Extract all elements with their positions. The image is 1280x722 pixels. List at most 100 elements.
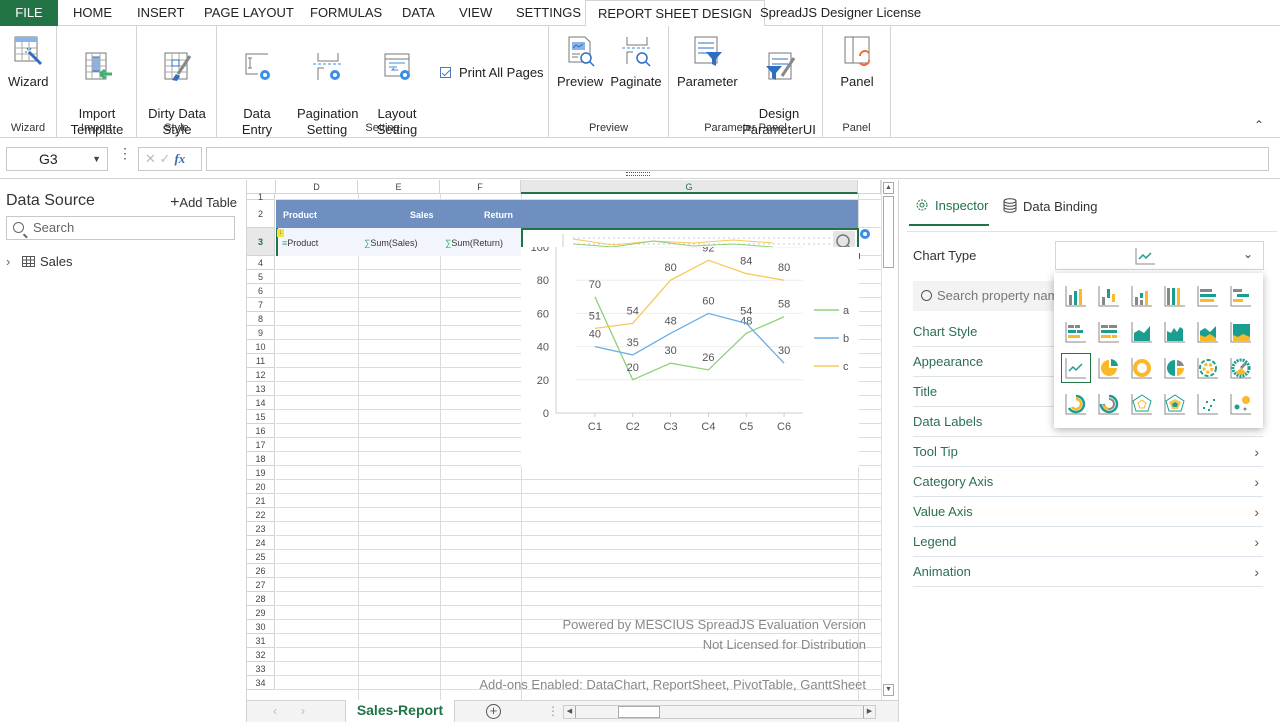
property-animation[interactable]: Animation › <box>913 557 1263 587</box>
chevron-right-icon[interactable]: › <box>6 254 10 269</box>
row-header[interactable]: 26 <box>247 564 275 578</box>
column-header-e[interactable]: E <box>358 180 440 194</box>
tab-page-layout[interactable]: PAGE LAYOUT <box>192 0 306 26</box>
row-header[interactable]: 23 <box>247 522 275 536</box>
column-header-g[interactable]: G <box>521 180 858 194</box>
row-header[interactable]: 24 <box>247 536 275 550</box>
spreadsheet[interactable]: D E F G 1 2 3 4 5 6 7 8 9 10 11 12 13 14 15 16 17 18 19 20 2… <box>246 180 898 722</box>
tab-inspector[interactable]: Inspector <box>915 198 988 213</box>
vertical-scrollbar[interactable]: ▲ ▼ <box>881 180 895 700</box>
column-header-h[interactable] <box>858 180 881 194</box>
row-header[interactable]: 10 <box>247 340 275 354</box>
add-table-button[interactable]: +Add Table <box>170 194 237 212</box>
chart-type-radar-filled[interactable] <box>1162 391 1188 417</box>
template-cell-product[interactable]: ≡Product <box>282 238 318 248</box>
row-header[interactable]: 2 <box>247 200 275 228</box>
horizontal-scrollbar[interactable]: ◀ ▶ <box>563 705 876 719</box>
confirm-icon[interactable]: ✓ <box>160 151 171 166</box>
chevron-down-icon[interactable]: ▼ <box>92 148 101 170</box>
chart-type-select[interactable]: ⌄ <box>1055 241 1264 270</box>
header-sales[interactable]: Sales <box>410 210 434 220</box>
paginate-button[interactable]: Paginate <box>609 34 663 90</box>
row-header[interactable]: 16 <box>247 424 275 438</box>
chart-type-area-percent[interactable] <box>1195 319 1221 345</box>
row-header[interactable]: 7 <box>247 298 275 312</box>
tab-home[interactable]: HOME <box>61 0 124 26</box>
row-header[interactable]: 25 <box>247 550 275 564</box>
tree-item-sales[interactable]: › Sales <box>6 254 73 269</box>
chart-type-radial[interactable] <box>1063 391 1089 417</box>
chart-type-pie[interactable] <box>1096 355 1122 381</box>
vertical-scroll-thumb[interactable] <box>883 196 894 268</box>
chart-type-bar-clustered[interactable] <box>1195 283 1221 309</box>
row-header[interactable]: 22 <box>247 508 275 522</box>
preview-button[interactable]: Preview <box>557 34 603 90</box>
property-value-axis[interactable]: Value Axis › <box>913 497 1263 527</box>
row-header[interactable]: 29 <box>247 606 275 620</box>
chart-type-area[interactable] <box>1129 319 1155 345</box>
row-header[interactable]: 11 <box>247 354 275 368</box>
property-tool-tip[interactable]: Tool Tip › <box>913 437 1263 467</box>
name-box[interactable]: G3 ▼ <box>6 147 108 171</box>
chart-type-scatter[interactable] <box>1195 391 1221 417</box>
chart-type-bar-stacked-2[interactable] <box>1063 319 1089 345</box>
expand-down-icon[interactable]: ↓ <box>277 229 284 237</box>
property-category-axis[interactable]: Category Axis › <box>913 467 1263 497</box>
template-cell-sales[interactable]: ∑Sum(Sales) <box>364 238 417 248</box>
row-header[interactable]: 4 <box>247 256 275 270</box>
more-vertical-icon[interactable]: ⋮ <box>118 146 132 160</box>
data-source-search-input[interactable]: Search <box>6 216 235 240</box>
row-header[interactable]: 32 <box>247 648 275 662</box>
row-header[interactable]: 12 <box>247 368 275 382</box>
formula-input[interactable] <box>206 147 1269 171</box>
tab-view[interactable]: VIEW <box>447 0 504 26</box>
line-chart[interactable]: 0 20 40 60 80 100 C1 C2 C3 C4 C5 C6 70 20 30 26 48 58 a 40 3… <box>521 247 859 467</box>
chart-type-bar-percent[interactable] <box>1096 319 1122 345</box>
chart-type-area-stacked[interactable] <box>1162 319 1188 345</box>
row-header[interactable]: 28 <box>247 592 275 606</box>
prev-sheet-icon[interactable]: ‹ <box>273 704 277 718</box>
chart-type-column-stacked[interactable] <box>1096 283 1122 309</box>
sheet-tab-sales-report[interactable]: Sales-Report <box>345 700 455 722</box>
chart-type-area-stacked-100[interactable] <box>1228 319 1254 345</box>
print-all-pages-checkbox[interactable]: Print All Pages <box>440 65 544 80</box>
chart-type-sunburst[interactable] <box>1195 355 1221 381</box>
tab-report-sheet-design[interactable]: REPORT SHEET DESIGN <box>585 0 765 27</box>
row-header[interactable]: 8 <box>247 312 275 326</box>
chart-type-donut[interactable] <box>1129 355 1155 381</box>
row-header[interactable]: 20 <box>247 480 275 494</box>
scroll-up-button[interactable]: ▲ <box>883 182 894 194</box>
row-header[interactable]: 18 <box>247 452 275 466</box>
parameter-button[interactable]: Parameter <box>677 34 738 90</box>
chart-type-line[interactable] <box>1061 353 1091 383</box>
next-sheet-icon[interactable]: › <box>301 704 305 718</box>
tab-splitter-handle[interactable]: ⋮ <box>547 704 559 718</box>
tab-formulas[interactable]: FORMULAS <box>298 0 394 26</box>
row-header[interactable]: 27 <box>247 578 275 592</box>
row-header[interactable]: 33 <box>247 662 275 676</box>
chart-type-column-stacked-100[interactable] <box>1162 283 1188 309</box>
tab-settings[interactable]: SETTINGS <box>504 0 593 26</box>
row-header[interactable]: 21 <box>247 494 275 508</box>
header-return[interactable]: Return <box>484 210 513 220</box>
tab-file[interactable]: FILE <box>0 0 58 26</box>
column-header-f[interactable]: F <box>440 180 521 194</box>
collapse-ribbon-icon[interactable]: ⌃ <box>1254 118 1264 132</box>
property-search-input[interactable]: Search property name <box>913 281 1063 311</box>
row-header[interactable]: 30 <box>247 620 275 634</box>
chart-type-bar-stacked[interactable] <box>1228 283 1254 309</box>
chart-type-pie-exploded[interactable] <box>1162 355 1188 381</box>
chart-type-column-clustered[interactable] <box>1063 283 1089 309</box>
row-header[interactable]: 15 <box>247 410 275 424</box>
cancel-icon[interactable]: ✕ <box>145 151 156 166</box>
cell-settings-gear-icon[interactable] <box>859 228 871 240</box>
tab-insert[interactable]: INSERT <box>125 0 196 26</box>
chart-type-radial-2[interactable] <box>1096 391 1122 417</box>
chart-type-radar[interactable] <box>1129 391 1155 417</box>
add-sheet-icon[interactable]: + <box>486 704 501 719</box>
tab-designer-license[interactable]: SpreadJS Designer License <box>748 0 933 26</box>
row-header[interactable]: 3 <box>247 228 275 256</box>
function-icon[interactable]: fx <box>174 151 185 166</box>
wizard-button[interactable]: Wizard <box>8 34 48 90</box>
row-header[interactable]: 19 <box>247 466 275 480</box>
